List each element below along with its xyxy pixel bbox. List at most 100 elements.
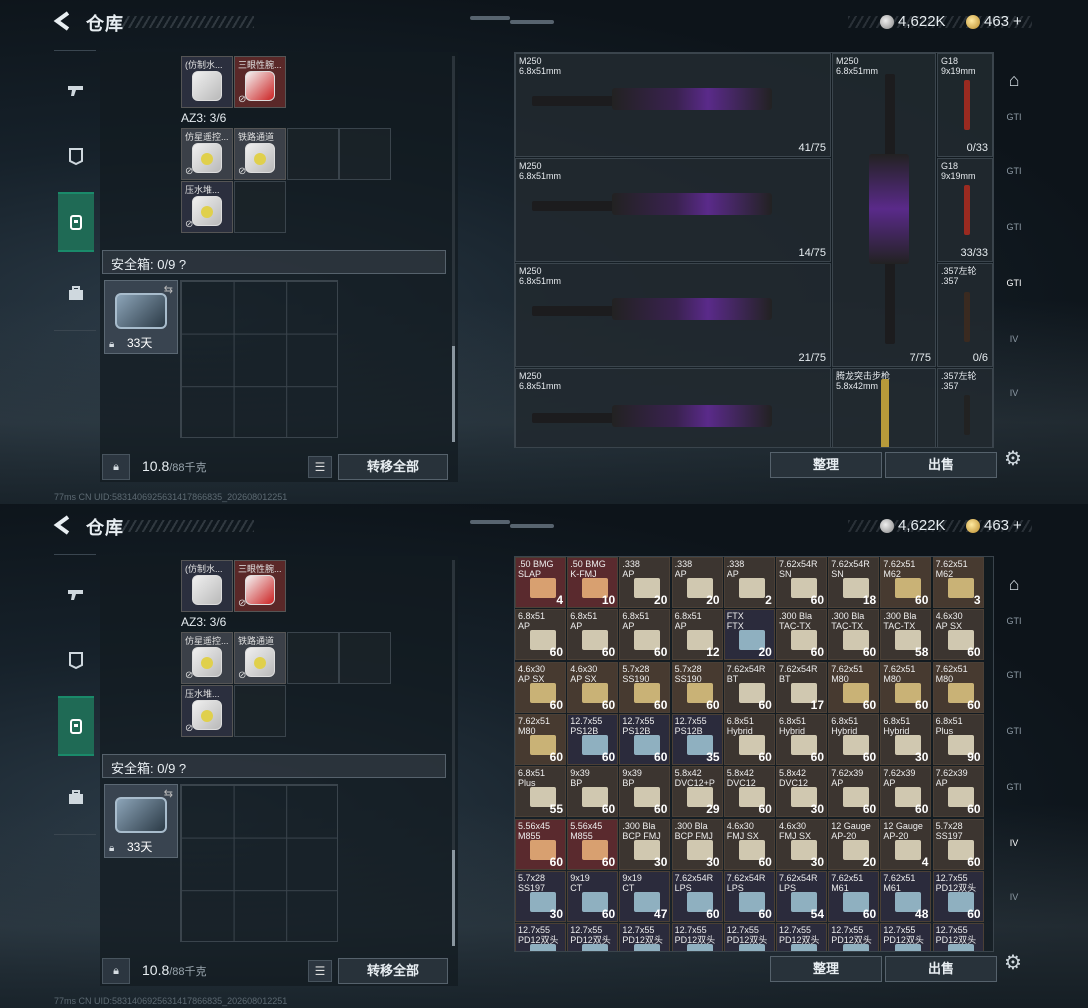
tab-iv[interactable]: IV — [1000, 334, 1028, 362]
inventory-item[interactable]: 压水堆... ⊘ — [181, 685, 233, 737]
transfer-all-button[interactable]: 转移全部 — [338, 454, 448, 480]
ammo-item[interactable]: 12.7x55 PS12B 35 — [671, 713, 723, 765]
ammo-item[interactable]: .50 BMG K-FMJ 10 — [567, 557, 619, 608]
help-icon[interactable]: ? — [179, 761, 186, 776]
ammo-item[interactable]: 6.8x51 Hybrid 60 — [776, 713, 827, 765]
nav-case[interactable] — [58, 264, 94, 324]
ammo-item[interactable]: .338 AP 20 — [671, 557, 723, 608]
safe-case[interactable]: ⇆ 🔒︎ 33天 — [104, 280, 178, 354]
ammo-item[interactable]: 9x39 BP 60 — [567, 766, 619, 818]
list-view-button[interactable]: ☰ — [308, 456, 332, 478]
tab-gti[interactable]: GTI — [1000, 222, 1028, 250]
sell-button[interactable]: 出售 — [885, 956, 997, 982]
ammo-item[interactable]: 7.62x39 AP 60 — [880, 766, 932, 818]
ammo-item[interactable]: 12 Gauge AP-20 4 — [880, 818, 932, 870]
tab-gti[interactable]: GTI — [1000, 726, 1028, 754]
ammo-item[interactable]: 12.7x55 PS12B 60 — [567, 713, 619, 765]
nav-case[interactable] — [58, 768, 94, 828]
weapon-slot[interactable]: M250 6.8x51mm 41/75 — [515, 53, 831, 157]
tab-gti[interactable]: GTI — [1000, 670, 1028, 698]
list-view-button[interactable]: ☰ — [308, 960, 332, 982]
tab-iv[interactable]: IV — [1000, 892, 1028, 920]
inventory-item[interactable]: 铁路通道 ⊘ — [234, 632, 286, 684]
ammo-item[interactable]: 12.7x55 PD12双头 — [567, 923, 619, 951]
home-icon[interactable]: ⌂ — [1000, 70, 1028, 98]
ammo-item[interactable]: 7.62x51 M80 60 — [515, 713, 566, 765]
ammo-item[interactable]: 12.7x55 PD12双头 — [671, 923, 723, 951]
ammo-item[interactable]: 9x39 BP 60 — [619, 766, 671, 818]
sort-button[interactable]: 整理 — [770, 452, 882, 478]
ammo-item[interactable]: 12 Gauge AP-20 20 — [828, 818, 880, 870]
scrollbar[interactable] — [452, 56, 455, 442]
ammo-item[interactable]: 6.8x51 AP 60 — [567, 609, 619, 661]
ammo-item[interactable]: 5.8x42 DVC12+P 29 — [671, 766, 723, 818]
tab-gti[interactable]: GTI — [1000, 112, 1028, 140]
ammo-item[interactable]: 6.8x51 AP 60 — [515, 609, 566, 661]
transfer-all-button[interactable]: 转移全部 — [338, 958, 448, 984]
ammo-item[interactable]: 5.7x28 SS190 60 — [671, 661, 723, 713]
back-arrow-icon[interactable] — [52, 10, 74, 32]
ammo-item[interactable]: 7.62x39 AP 60 — [932, 766, 984, 818]
home-icon[interactable]: ⌂ — [1000, 574, 1028, 602]
sort-button[interactable]: 整理 — [770, 956, 882, 982]
weapon-slot[interactable]: .357左轮 .357 — [937, 368, 993, 447]
ammo-item[interactable]: 6.8x51 Plus 55 — [515, 766, 566, 818]
tab-gti[interactable]: GTI — [1000, 278, 1028, 306]
ammo-item[interactable]: 4.6x30 AP SX 60 — [515, 661, 566, 713]
ammo-item[interactable]: 7.62x54R LPS 54 — [776, 870, 827, 922]
weapon-slot[interactable]: .357左轮 .357 0/6 — [937, 263, 993, 367]
ammo-item[interactable]: .338 AP 20 — [619, 557, 671, 608]
ammo-item[interactable]: 12.7x55 PS12B 60 — [619, 713, 671, 765]
ammo-item[interactable]: .300 Bla TAC-TX 60 — [776, 609, 827, 661]
ammo-item[interactable]: 5.7x28 SS197 60 — [932, 818, 984, 870]
ammo-item[interactable]: FTX FTX 20 — [723, 609, 775, 661]
nav-armor[interactable] — [58, 126, 94, 186]
ammo-item[interactable]: 12.7x55 PD12双头 — [515, 923, 566, 951]
weapon-slot[interactable]: M250 6.8x51mm 21/75 — [515, 263, 831, 367]
ammo-item[interactable]: 7.62x54R BT 17 — [776, 661, 827, 713]
ammo-item[interactable]: .338 AP 2 — [723, 557, 775, 608]
ammo-item[interactable]: 12.7x55 PD12双头 — [619, 923, 671, 951]
inventory-item[interactable]: 三眼性腕... ⊘ — [234, 56, 286, 108]
weapon-slot[interactable]: M250 6.8x51mm 14/75 — [515, 158, 831, 262]
ammo-item[interactable]: 7.62x51 M62 60 — [880, 557, 932, 608]
ammo-item[interactable]: 4.6x30 FMJ SX 60 — [723, 818, 775, 870]
ammo-item[interactable]: .300 Bla BCP FMJ 30 — [671, 818, 723, 870]
tab-gti[interactable]: GTI — [1000, 782, 1028, 810]
tab-gti[interactable]: GTI — [1000, 616, 1028, 644]
ammo-item[interactable]: .300 Bla BCP FMJ 30 — [619, 818, 671, 870]
ammo-item[interactable]: .300 Bla TAC-TX 60 — [828, 609, 880, 661]
inventory-item[interactable]: 压水堆... ⊘ — [181, 181, 233, 233]
ammo-item[interactable]: 12.7x55 PD12双头 — [880, 923, 932, 951]
weapon-slot[interactable]: G18 9x19mm 0/33 — [937, 53, 993, 157]
ammo-item[interactable]: 9x19 CT 60 — [567, 870, 619, 922]
inventory-item[interactable]: 仿星遥控... ⊘ — [181, 128, 233, 180]
gold-currency[interactable]: 463 + — [966, 517, 1022, 534]
swap-icon[interactable]: ⇆ — [164, 283, 173, 296]
add-currency-button[interactable]: + — [1013, 13, 1022, 30]
nav-pistol[interactable] — [58, 60, 94, 120]
ammo-item[interactable]: 7.62x51 M61 60 — [828, 870, 880, 922]
weapon-slot[interactable]: 腾龙突击步枪 5.8x42mm — [832, 368, 936, 447]
tab-iv[interactable]: IV — [1000, 388, 1028, 416]
ammo-item[interactable]: 7.62x54R LPS 60 — [723, 870, 775, 922]
ammo-item[interactable]: 5.8x42 DVC12 30 — [776, 766, 827, 818]
ammo-item[interactable]: 7.62x54R SN 60 — [776, 557, 827, 608]
ammo-item[interactable]: 6.8x51 Plus 90 — [932, 713, 984, 765]
weapon-slot[interactable]: M250 6.8x51mm 7/75 — [832, 53, 936, 367]
settings-gear-icon[interactable]: ⚙ — [1004, 950, 1026, 974]
ammo-item[interactable]: .50 BMG SLAP 4 — [515, 557, 566, 608]
ammo-item[interactable]: 7.62x51 M80 60 — [932, 661, 984, 713]
ammo-item[interactable]: 7.62x54R SN 18 — [828, 557, 880, 608]
ammo-item[interactable]: 9x19 CT 47 — [619, 870, 671, 922]
ammo-item[interactable]: 4.6x30 FMJ SX 30 — [776, 818, 827, 870]
sell-button[interactable]: 出售 — [885, 452, 997, 478]
ammo-item[interactable]: 4.6x30 AP SX 60 — [932, 609, 984, 661]
nav-backpack[interactable] — [58, 696, 94, 756]
safe-grid[interactable] — [180, 784, 338, 942]
ammo-item[interactable]: 7.62x54R LPS 60 — [671, 870, 723, 922]
ammo-item[interactable]: 7.62x51 M80 60 — [828, 661, 880, 713]
gold-currency[interactable]: 463 + — [966, 13, 1022, 30]
ammo-item[interactable]: 5.56x45 M855 60 — [567, 818, 619, 870]
ammo-item[interactable]: 6.8x51 Hybrid 60 — [723, 713, 775, 765]
